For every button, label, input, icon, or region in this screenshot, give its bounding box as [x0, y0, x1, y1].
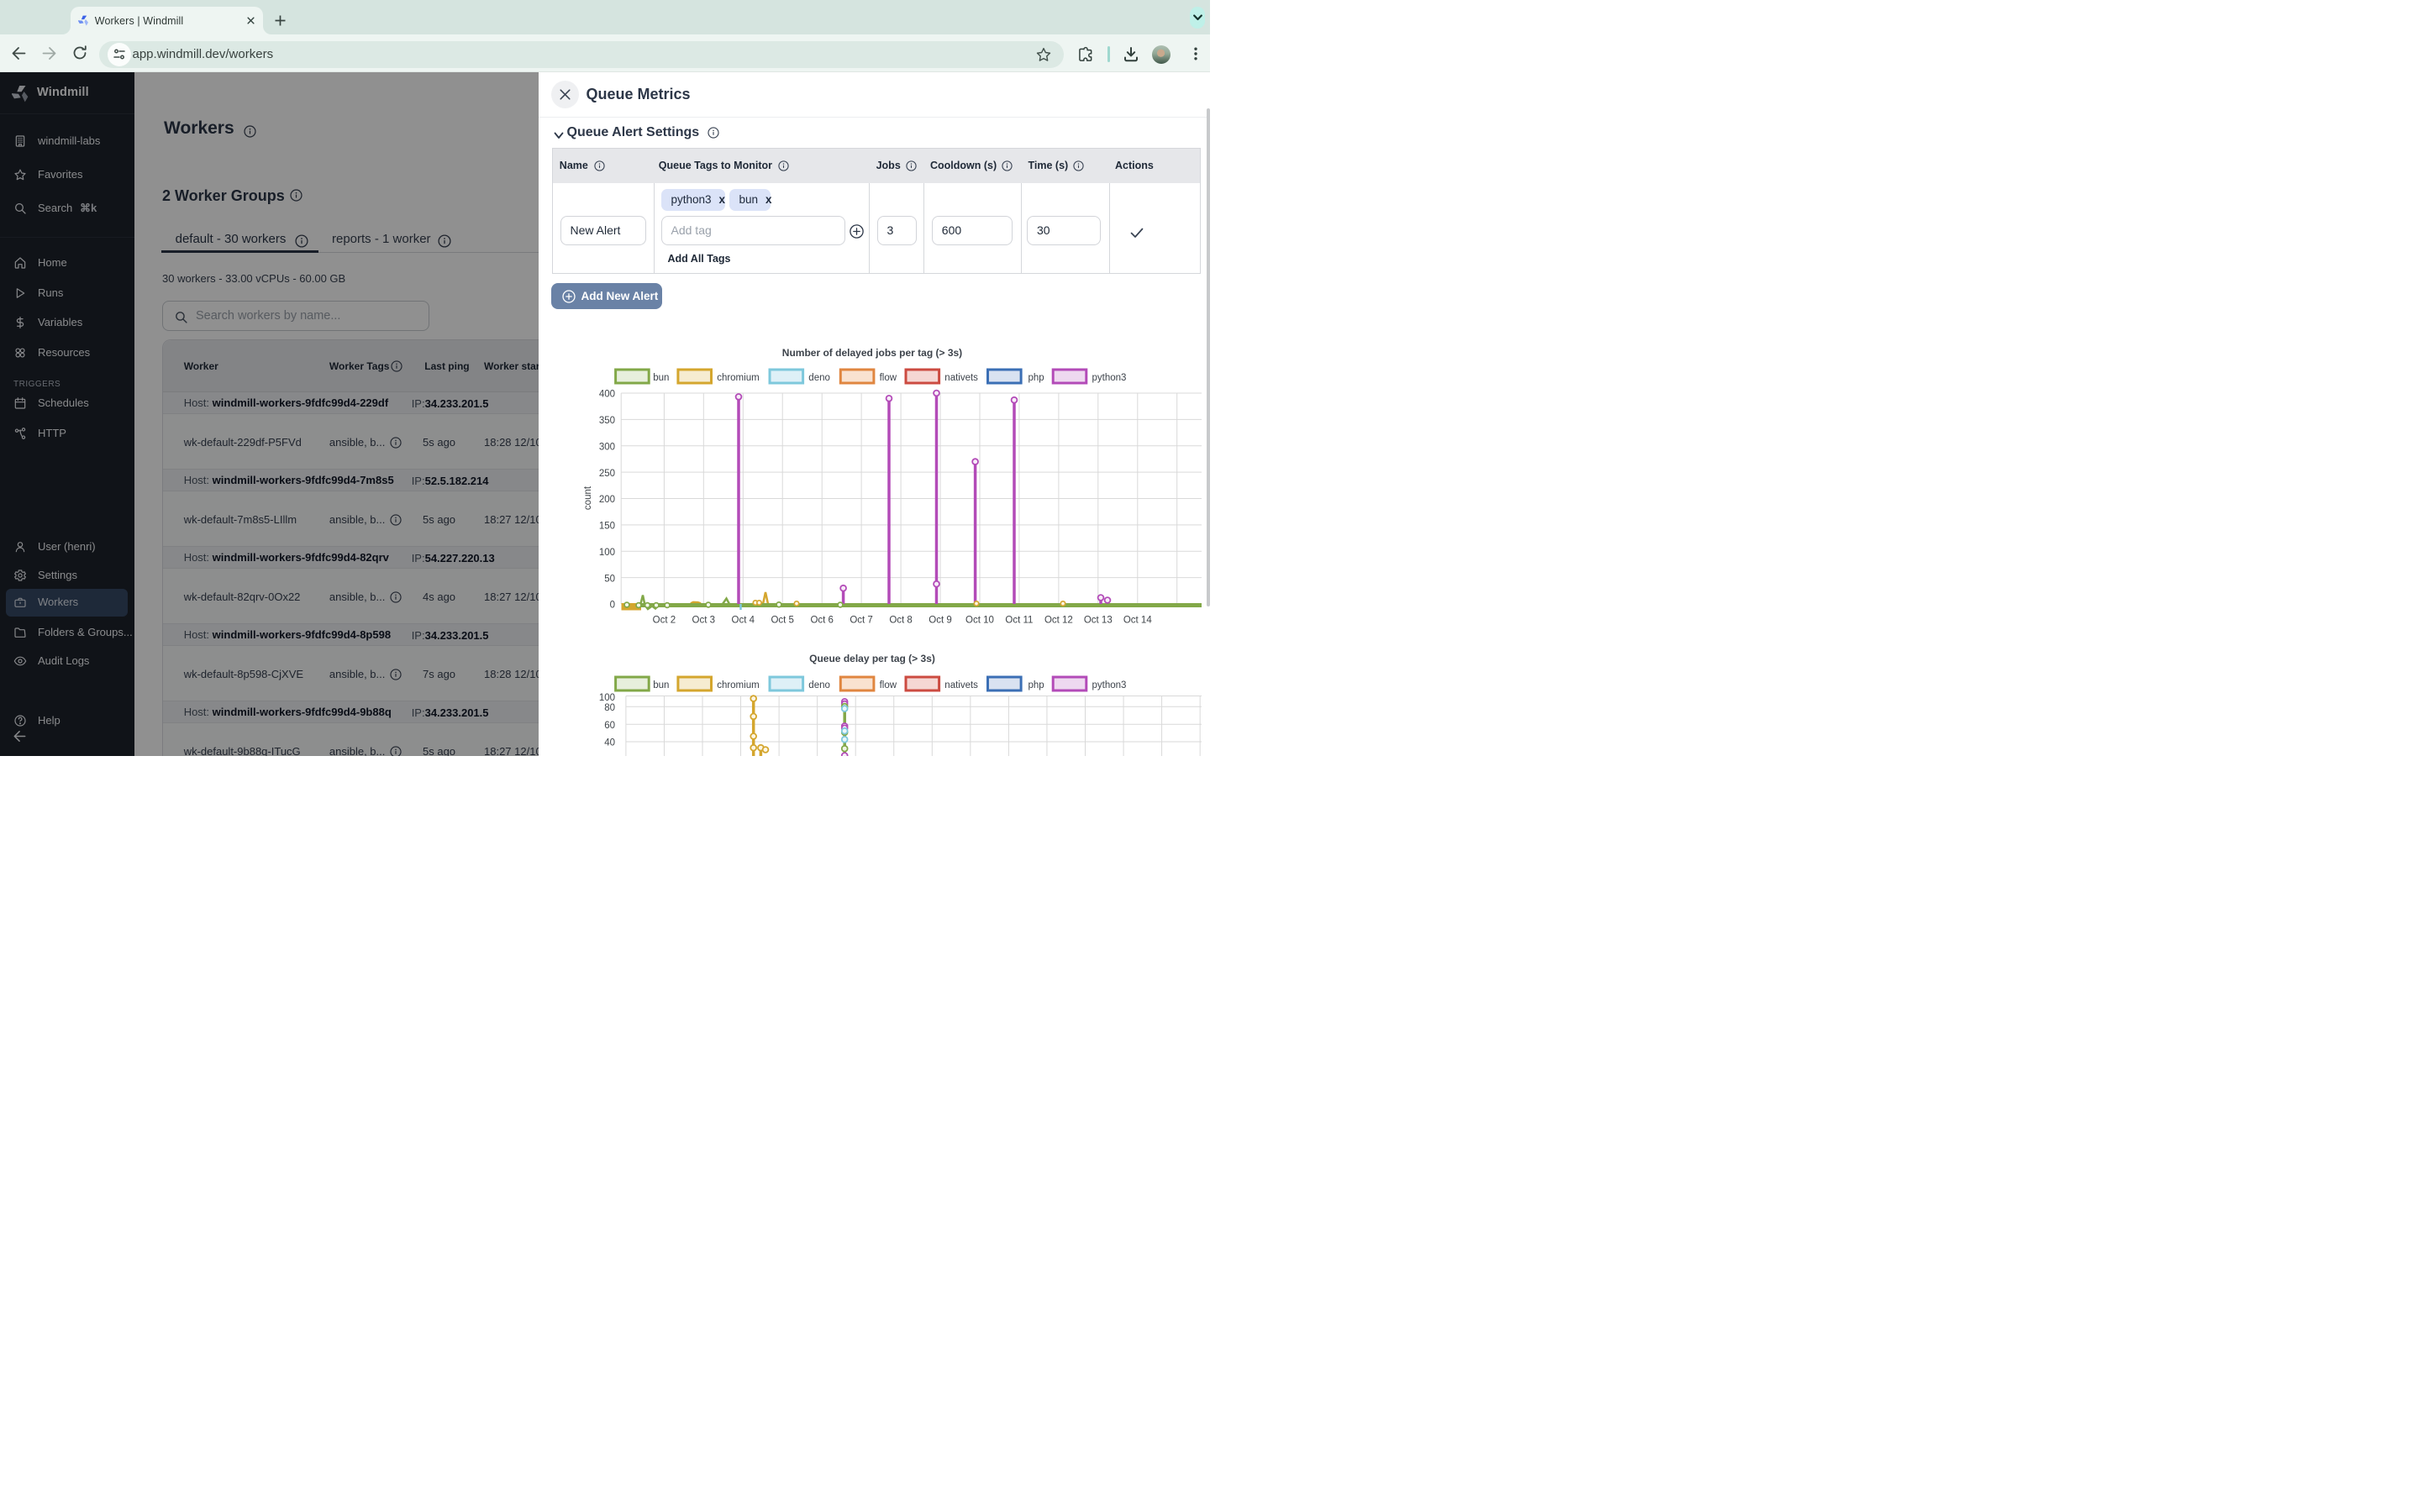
svg-text:bun: bun	[653, 680, 669, 690]
svg-text:350: 350	[599, 416, 615, 426]
svg-text:chromium: chromium	[717, 373, 759, 383]
svg-text:0: 0	[610, 601, 615, 611]
svg-text:Oct 12: Oct 12	[1044, 616, 1073, 626]
svg-text:Oct 8: Oct 8	[889, 616, 912, 626]
svg-text:60: 60	[604, 721, 615, 731]
svg-text:100: 100	[599, 693, 615, 703]
svg-text:deno: deno	[808, 680, 830, 690]
svg-text:Oct 4: Oct 4	[732, 616, 755, 626]
svg-text:Oct 10: Oct 10	[965, 616, 994, 626]
svg-text:deno: deno	[808, 373, 830, 383]
svg-text:python3: python3	[1092, 373, 1127, 383]
svg-text:Oct 13: Oct 13	[1084, 616, 1113, 626]
svg-text:count: count	[583, 486, 593, 510]
svg-text:Oct 11: Oct 11	[1005, 616, 1033, 626]
svg-text:php: php	[1028, 680, 1044, 690]
svg-text:Oct 2: Oct 2	[653, 616, 676, 626]
svg-text:Oct 3: Oct 3	[692, 616, 715, 626]
svg-text:80: 80	[604, 703, 615, 713]
svg-text:Oct 6: Oct 6	[810, 616, 833, 626]
svg-text:Oct 14: Oct 14	[1123, 616, 1152, 626]
svg-text:400: 400	[599, 390, 615, 400]
svg-text:php: php	[1028, 373, 1044, 383]
svg-text:Queue delay per tag (> 3s): Queue delay per tag (> 3s)	[809, 653, 935, 664]
svg-text:flow: flow	[880, 373, 897, 383]
svg-text:300: 300	[599, 442, 615, 452]
svg-text:250: 250	[599, 469, 615, 479]
svg-text:bun: bun	[653, 373, 669, 383]
svg-text:flow: flow	[880, 680, 897, 690]
svg-text:40: 40	[604, 738, 615, 748]
svg-text:chromium: chromium	[717, 680, 759, 690]
svg-text:nativets: nativets	[944, 680, 978, 690]
svg-text:Number of delayed jobs per tag: Number of delayed jobs per tag (> 3s)	[782, 347, 962, 359]
svg-text:Oct 9: Oct 9	[929, 616, 951, 626]
svg-text:python3: python3	[1092, 680, 1127, 690]
svg-text:nativets: nativets	[944, 373, 978, 383]
svg-text:150: 150	[599, 522, 615, 532]
svg-text:Oct 7: Oct 7	[850, 616, 872, 626]
svg-text:Oct 5: Oct 5	[771, 616, 793, 626]
svg-text:50: 50	[604, 574, 615, 584]
svg-text:100: 100	[599, 548, 615, 558]
svg-text:200: 200	[599, 495, 615, 505]
